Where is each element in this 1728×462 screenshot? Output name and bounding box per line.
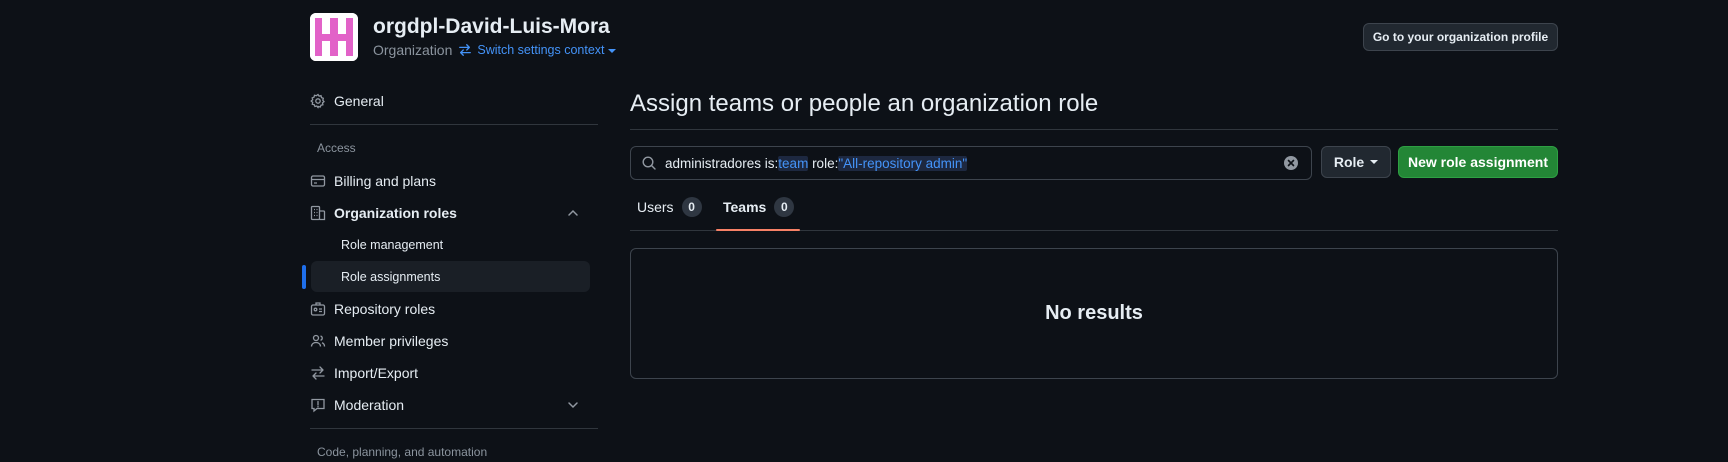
sidebar-item-label: Moderation xyxy=(334,397,405,413)
sidebar-divider xyxy=(310,124,598,125)
sidebar-item-repository-roles[interactable]: Repository roles xyxy=(310,293,435,325)
title-divider xyxy=(630,129,1558,130)
tab-counter: 0 xyxy=(774,197,795,217)
sidebar-item-label: Organization roles xyxy=(334,205,457,221)
sidebar-divider xyxy=(310,428,598,429)
role-filter-button[interactable]: Role xyxy=(1321,146,1391,178)
query-token-role: "All-repository admin" xyxy=(838,155,968,171)
organization-icon xyxy=(310,205,326,221)
selected-tab-underline xyxy=(716,229,800,231)
arrow-switch-icon xyxy=(458,43,472,57)
chevron-down-icon xyxy=(607,48,616,53)
sidebar-item-label: Role assignments xyxy=(341,269,441,284)
sidebar-item-member-privileges[interactable]: Member privileges xyxy=(310,325,448,357)
gear-icon xyxy=(310,93,326,109)
sidebar-section-access: Access xyxy=(317,141,356,155)
sidebar-item-import-export[interactable]: Import/Export xyxy=(310,357,418,389)
arrow-switch-icon xyxy=(310,365,326,381)
chevron-up-icon[interactable] xyxy=(567,207,579,219)
sidebar-item-label: General xyxy=(334,93,384,109)
switch-settings-context-link[interactable]: Switch settings context xyxy=(477,43,616,57)
query-text: administradores is: xyxy=(665,155,779,171)
org-subtitle: Organization Switch settings context xyxy=(373,42,616,58)
sidebar-item-org-roles[interactable]: Organization roles xyxy=(310,197,457,229)
tab-label: Users xyxy=(637,199,674,215)
chevron-down-icon[interactable] xyxy=(567,399,579,411)
org-type-label: Organization xyxy=(373,42,453,58)
sidebar-item-label: Member privileges xyxy=(334,333,449,349)
empty-state-message: No results xyxy=(1045,302,1143,324)
tab-users[interactable]: Users 0 xyxy=(637,196,702,218)
search-query: administradores is:team role:"All-reposi… xyxy=(665,155,968,171)
role-filter-label: Role xyxy=(1333,154,1365,170)
credit-card-icon xyxy=(310,173,326,189)
sidebar-item-label: Import/Export xyxy=(334,365,419,381)
sidebar-item-label: Repository roles xyxy=(334,301,436,317)
org-profile-button[interactable]: Go to your organization profile xyxy=(1363,23,1558,51)
results-panel: No results xyxy=(630,248,1558,379)
tab-label: Teams xyxy=(723,199,767,215)
tab-counter: 0 xyxy=(681,197,702,217)
active-indicator xyxy=(302,265,306,289)
sidebar-section-code: Code, planning, and automation xyxy=(317,445,488,459)
query-token-team: team xyxy=(778,155,809,171)
sidebar-item-billing[interactable]: Billing and plans xyxy=(310,165,436,197)
search-icon xyxy=(641,155,657,171)
new-role-assignment-button[interactable]: New role assignment xyxy=(1398,146,1558,178)
sidebar-item-moderation[interactable]: Moderation xyxy=(310,389,404,421)
query-text: role: xyxy=(808,155,839,171)
page-title: Assign teams or people an organization r… xyxy=(630,90,1099,117)
switch-settings-context-label: Switch settings context xyxy=(477,43,605,57)
people-icon xyxy=(310,333,326,349)
org-logo-icon xyxy=(310,13,358,61)
report-icon xyxy=(310,397,326,413)
sidebar-item-role-management[interactable]: Role management xyxy=(311,229,590,260)
sidebar-item-role-assignments[interactable]: Role assignments xyxy=(311,261,590,292)
sidebar-item-label: Role management xyxy=(341,237,444,252)
sidebar-item-general[interactable]: General xyxy=(310,85,384,117)
clear-search-icon[interactable] xyxy=(1283,155,1299,171)
org-avatar xyxy=(310,13,358,61)
org-name: orgdpl-David-Luis-Mora xyxy=(373,15,610,38)
id-badge-icon xyxy=(310,301,326,317)
chevron-down-icon xyxy=(1370,160,1379,164)
tab-teams[interactable]: Teams 0 xyxy=(723,196,795,218)
search-input[interactable]: administradores is:team role:"All-reposi… xyxy=(630,146,1312,180)
sidebar-item-label: Billing and plans xyxy=(334,173,436,189)
